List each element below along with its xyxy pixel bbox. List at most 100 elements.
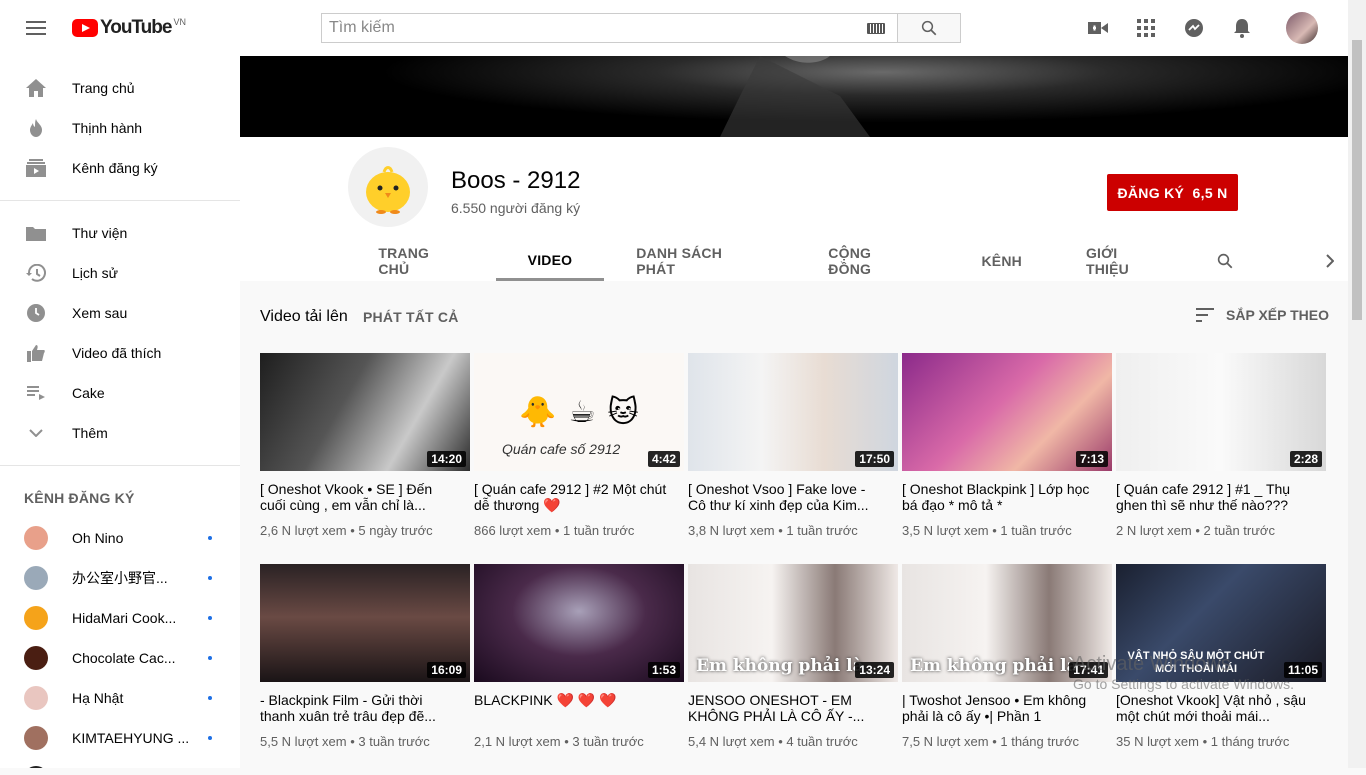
tab-videos[interactable]: VIDEO bbox=[495, 241, 605, 281]
subscription-name: HidaMari Cook... bbox=[72, 610, 177, 626]
upload-age: 1 tuần trước bbox=[786, 523, 858, 538]
video-thumbnail[interactable]: 17:50 bbox=[688, 353, 898, 471]
video-card[interactable]: 14:20 [ Oneshot Vkook • SE ] Đến cuối cùn… bbox=[260, 353, 470, 549]
upload-age: 2 tuần trước bbox=[1203, 523, 1275, 538]
subscription-item[interactable]: Hạ Nhật bbox=[0, 678, 240, 718]
play-all-button[interactable]: PHÁT TẤT CẢ bbox=[363, 309, 459, 325]
video-card[interactable]: 16:09 - Blackpink Film - Gửi thời thanh x… bbox=[260, 564, 470, 760]
thumbs-up-icon bbox=[24, 341, 48, 365]
video-card[interactable]: 7:13 [ Oneshot Blackpink ] Lớp học bá đạo… bbox=[902, 353, 1112, 549]
subscription-item[interactable]: Oh Nino bbox=[0, 518, 240, 558]
tabs-next-button[interactable] bbox=[1270, 241, 1348, 281]
tab-home[interactable]: TRANG CHỦ bbox=[346, 241, 495, 281]
video-thumbnail[interactable]: 16:09 bbox=[260, 564, 470, 682]
new-content-dot bbox=[208, 736, 212, 740]
subscription-item[interactable]: KIMTAEHYUNG ... bbox=[0, 718, 240, 758]
scrollbar-thumb[interactable] bbox=[1352, 40, 1362, 320]
sidebar-item-watch-later[interactable]: Xem sau bbox=[0, 293, 240, 333]
subscription-item[interactable]: jungcocki bbox=[0, 758, 240, 768]
video-card[interactable]: 17:50 [ Oneshot Vsoo ] Fake love - Cô thư… bbox=[688, 353, 898, 549]
search-bar: Tìm kiếm bbox=[321, 13, 961, 43]
search-button[interactable] bbox=[897, 13, 961, 43]
video-title[interactable]: [Oneshot Vkook] Vật nhỏ , sậu một chút m… bbox=[1116, 692, 1326, 724]
video-duration: 17:50 bbox=[855, 451, 894, 467]
tab-community[interactable]: CỘNG ĐỒNG bbox=[796, 241, 949, 281]
video-card[interactable]: Em không phải là 13:24 JENSOO ONESHOT - EM… bbox=[688, 564, 898, 760]
sidebar-item-subscriptions[interactable]: Kênh đăng ký bbox=[0, 148, 240, 188]
playlist-icon bbox=[24, 381, 48, 405]
video-metadata: 3,5 N lượt xem • 1 tuần trước bbox=[902, 523, 1112, 538]
account-avatar[interactable] bbox=[1286, 12, 1318, 44]
sidebar-item-label: Thêm bbox=[72, 425, 108, 441]
video-thumbnail[interactable]: 1:53 bbox=[474, 564, 684, 682]
channel-avatar bbox=[24, 606, 48, 630]
video-title[interactable]: [ Oneshot Blackpink ] Lớp học bá đạo * m… bbox=[902, 481, 1112, 513]
meta-separator: • bbox=[1198, 734, 1211, 749]
tab-channels[interactable]: KÊNH bbox=[949, 241, 1053, 281]
subscribe-button[interactable]: ĐĂNG KÝ 6,5 N bbox=[1107, 174, 1238, 211]
hamburger-menu-icon[interactable] bbox=[24, 16, 48, 40]
keyboard-icon[interactable] bbox=[867, 23, 885, 34]
video-thumbnail[interactable]: Em không phải là 13:24 bbox=[688, 564, 898, 682]
video-thumbnail[interactable]: 14:20 bbox=[260, 353, 470, 471]
channel-avatar[interactable] bbox=[348, 147, 428, 227]
video-title[interactable]: [ Quán cafe 2912 ] #2 Một chút dễ thương… bbox=[474, 481, 684, 513]
shelf-title: Video tải lên bbox=[260, 308, 348, 325]
messages-icon[interactable] bbox=[1182, 16, 1206, 40]
video-metadata: 2 N lượt xem • 2 tuần trước bbox=[1116, 523, 1326, 538]
sidebar-item-library[interactable]: Thư viện bbox=[0, 213, 240, 253]
tab-playlists[interactable]: DANH SÁCH PHÁT bbox=[604, 241, 796, 281]
apps-icon[interactable] bbox=[1134, 16, 1158, 40]
video-camera-icon[interactable] bbox=[1086, 16, 1110, 40]
video-card[interactable]: 🐥 ☕ 🐱 Quán cafe số 2912 4:42 [ Quán cafe 2912… bbox=[474, 353, 684, 549]
video-card[interactable]: 2:28 [ Quán cafe 2912 ] #1 _ Thụ ghen thì… bbox=[1116, 353, 1326, 549]
video-thumbnail[interactable]: 2:28 bbox=[1116, 353, 1326, 471]
video-title[interactable]: [ Oneshot Vkook • SE ] Đến cuối cùng , e… bbox=[260, 481, 470, 513]
sidebar-item-playlist-cake[interactable]: Cake bbox=[0, 373, 240, 413]
upload-age: 4 tuần trước bbox=[786, 734, 858, 749]
video-metadata: 5,4 N lượt xem • 4 tuần trước bbox=[688, 734, 898, 749]
subscriptions-heading: KÊNH ĐĂNG KÝ bbox=[24, 490, 135, 506]
sidebar-item-label: Xem sau bbox=[72, 305, 128, 321]
sidebar-item-home[interactable]: Trang chủ bbox=[0, 68, 240, 108]
video-card[interactable]: 1:53 BLACKPINK ❤️ ❤️ ❤️ 2,1 N lượt xem • 3… bbox=[474, 564, 684, 760]
subscription-name: 办公室小野官... bbox=[72, 570, 168, 586]
sidebar-item-liked-videos[interactable]: Video đã thích bbox=[0, 333, 240, 373]
video-title[interactable]: - Blackpink Film - Gửi thời thanh xuân t… bbox=[260, 692, 470, 724]
sidebar-item-more[interactable]: Thêm bbox=[0, 413, 240, 453]
video-thumbnail[interactable]: 7:13 bbox=[902, 353, 1112, 471]
search-input[interactable]: Tìm kiếm bbox=[321, 13, 897, 43]
meta-separator: • bbox=[988, 523, 1001, 538]
subscription-item[interactable]: 办公室小野官... bbox=[0, 558, 240, 598]
masthead: YouTube VN Tìm kiếm bbox=[0, 0, 1348, 56]
sort-button[interactable]: SẮP XẾP THEO bbox=[1196, 307, 1329, 323]
video-title[interactable]: [ Quán cafe 2912 ] #1 _ Thụ ghen thì sẽ … bbox=[1116, 481, 1326, 513]
tab-about[interactable]: GIỚI THIỆU bbox=[1054, 241, 1196, 281]
youtube-logo[interactable]: YouTube VN bbox=[72, 17, 186, 39]
sidebar-item-label: Trang chủ bbox=[72, 80, 135, 96]
view-count: 2 N lượt xem bbox=[1116, 523, 1192, 538]
video-title[interactable]: BLACKPINK ❤️ ❤️ ❤️ bbox=[474, 692, 684, 724]
sidebar-item-trending[interactable]: Thịnh hành bbox=[0, 108, 240, 148]
bell-icon[interactable] bbox=[1230, 16, 1254, 40]
sidebar-item-label: Kênh đăng ký bbox=[72, 160, 158, 176]
video-thumbnail[interactable]: 🐥 ☕ 🐱 Quán cafe số 2912 4:42 bbox=[474, 353, 684, 471]
video-metadata: 5,5 N lượt xem • 3 tuần trước bbox=[260, 734, 470, 749]
meta-separator: • bbox=[774, 523, 787, 538]
page-scrollbar[interactable] bbox=[1348, 0, 1366, 768]
sidebar-item-label: Thư viện bbox=[72, 225, 128, 241]
video-title[interactable]: JENSOO ONESHOT - EM KHÔNG PHẢI LÀ CÔ ẤY … bbox=[688, 692, 898, 724]
channel-header: Boos - 2912 6.550 người đăng ký ĐĂNG KÝ … bbox=[240, 137, 1348, 281]
channel-search-button[interactable] bbox=[1196, 241, 1270, 281]
view-count: 5,4 N lượt xem bbox=[688, 734, 775, 749]
activate-windows-watermark: Activate Windows Go to Settings to activ… bbox=[1073, 653, 1294, 692]
video-duration: 1:53 bbox=[647, 662, 680, 678]
view-count: 2,1 N lượt xem bbox=[474, 734, 561, 749]
subscription-item[interactable]: HidaMari Cook... bbox=[0, 598, 240, 638]
video-title[interactable]: [ Oneshot Vsoo ] Fake love - Cô thư kí x… bbox=[688, 481, 898, 513]
videos-section: Video tải lên PHÁT TẤT CẢ SẮP XẾP THEO 1… bbox=[240, 281, 1348, 768]
video-title[interactable]: | Twoshot Jensoo • Em không phải là cô ấ… bbox=[902, 692, 1112, 724]
subscription-item[interactable]: Chocolate Cac... bbox=[0, 638, 240, 678]
sidebar-item-history[interactable]: Lịch sử bbox=[0, 253, 240, 293]
chevron-down-icon bbox=[24, 421, 48, 445]
